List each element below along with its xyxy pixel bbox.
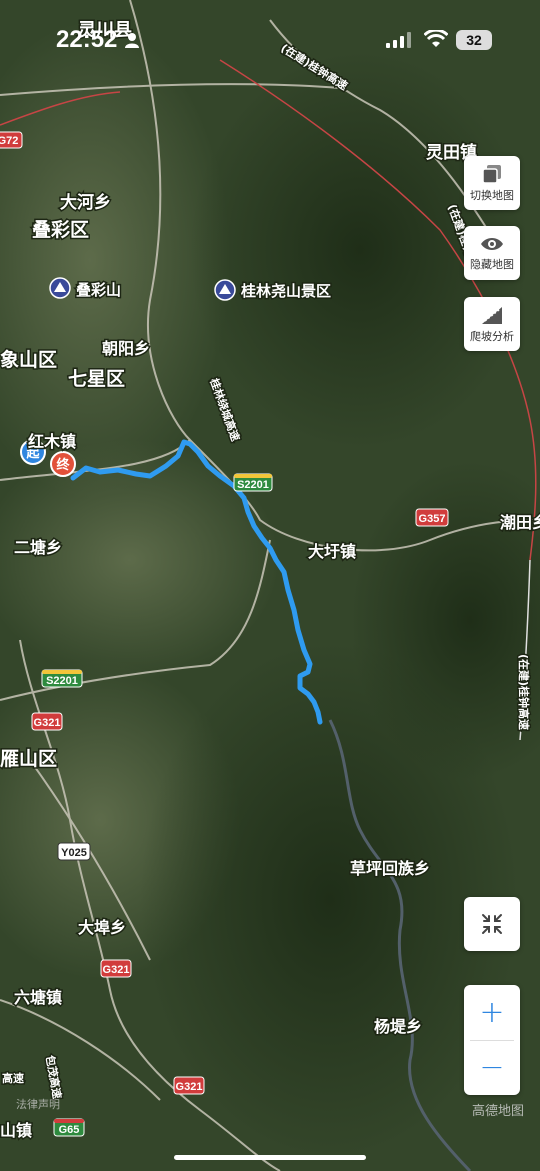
slope-analysis-button[interactable]: 爬坡分析 [464, 297, 520, 351]
home-indicator[interactable] [174, 1155, 366, 1160]
amap-watermark: 高德地图 [472, 1104, 525, 1119]
layers-icon [482, 164, 501, 184]
end-marker[interactable]: 终 [50, 451, 76, 477]
end-marker-label: 终 [56, 457, 70, 473]
label-yanshan: 雁山区 [0, 748, 57, 770]
collapse-arrows-icon [482, 914, 502, 934]
badge-y025: Y025 [57, 842, 91, 861]
svg-text:S2201: S2201 [46, 675, 78, 687]
badge-g357: G357 [415, 508, 449, 527]
label-chaoyang: 朝阳乡 [102, 339, 150, 358]
label-daxu: 大圩镇 [308, 542, 356, 561]
label-xiangshan: 象山区 [0, 348, 57, 371]
zoom-control: + − [464, 985, 520, 1095]
zoom-in-icon: + [479, 995, 505, 1030]
badge-g321-c: G321 [173, 1076, 205, 1095]
badge-s2201-a: S2201 [233, 473, 273, 492]
label-yangdi: 杨堤乡 [374, 1017, 422, 1036]
badge-g72: G72 [0, 131, 23, 149]
svg-text:G65: G65 [59, 1124, 80, 1136]
label-chaotian: 潮田乡 [500, 513, 540, 532]
hide-map-label: 隐藏地图 [470, 257, 514, 271]
wifi-icon [424, 30, 448, 47]
battery-indicator: 32 [456, 30, 492, 50]
svg-text:G321: G321 [103, 964, 130, 976]
poi-diecaishan[interactable] [49, 277, 71, 299]
slope-analysis-label: 爬坡分析 [470, 329, 514, 343]
slope-icon [482, 306, 502, 324]
label-dahe: 大河乡 [60, 192, 111, 213]
zoom-divider [470, 1040, 514, 1041]
switch-map-button[interactable]: 切换地图 [464, 156, 520, 210]
poi-yaoshan[interactable] [214, 279, 236, 301]
zoom-out-icon: − [479, 1050, 505, 1085]
satellite-map[interactable]: 起 终 灵川县 灵田镇 大河乡 叠彩区 叠彩山 桂林尧山景区 朝阳乡 象山区 七… [0, 0, 540, 1171]
badge-g321-a: G321 [31, 712, 63, 731]
label-caoping: 草坪回族乡 [350, 859, 430, 878]
fit-route-button[interactable] [464, 897, 520, 951]
label-liutang: 六塘镇 [14, 988, 62, 1007]
label-gaosu: 高速 [2, 1071, 24, 1085]
svg-text:S2201: S2201 [237, 479, 269, 491]
signal-icon [386, 32, 411, 48]
status-bar: 22:52 32 [0, 0, 540, 70]
switch-map-label: 切换地图 [470, 188, 514, 202]
label-qixing: 七星区 [68, 368, 125, 390]
zoom-out-button[interactable]: − [464, 1040, 520, 1095]
badge-g65: G65 [53, 1118, 85, 1137]
label-shan-zhen: 山镇 [0, 1121, 32, 1140]
hide-map-button[interactable]: 隐藏地图 [464, 226, 520, 280]
eye-icon [481, 237, 503, 250]
badge-s2201-b: S2201 [41, 669, 83, 688]
label-ertang: 二塘乡 [14, 538, 62, 557]
person-icon [125, 33, 139, 48]
label-yaoshan: 桂林尧山景区 [240, 282, 331, 300]
svg-text:Y025: Y025 [61, 847, 87, 859]
status-time: 22:52 [56, 26, 118, 53]
badge-g321-b: G321 [100, 959, 132, 978]
label-diecaishan: 叠彩山 [76, 281, 121, 299]
svg-text:G357: G357 [419, 513, 446, 525]
label-diecai-qu: 叠彩区 [32, 219, 89, 241]
svg-text:G72: G72 [0, 135, 18, 147]
label-dabu: 大埠乡 [78, 918, 126, 937]
svg-text:G321: G321 [176, 1081, 203, 1093]
legal-link[interactable]: 法律声明 [16, 1096, 60, 1112]
zoom-in-button[interactable]: + [464, 985, 520, 1040]
label-hongmu: 红木镇 [28, 432, 76, 451]
svg-text:G321: G321 [34, 717, 61, 729]
label-guizhong-right2: (在建)桂钟高速 [517, 654, 531, 730]
